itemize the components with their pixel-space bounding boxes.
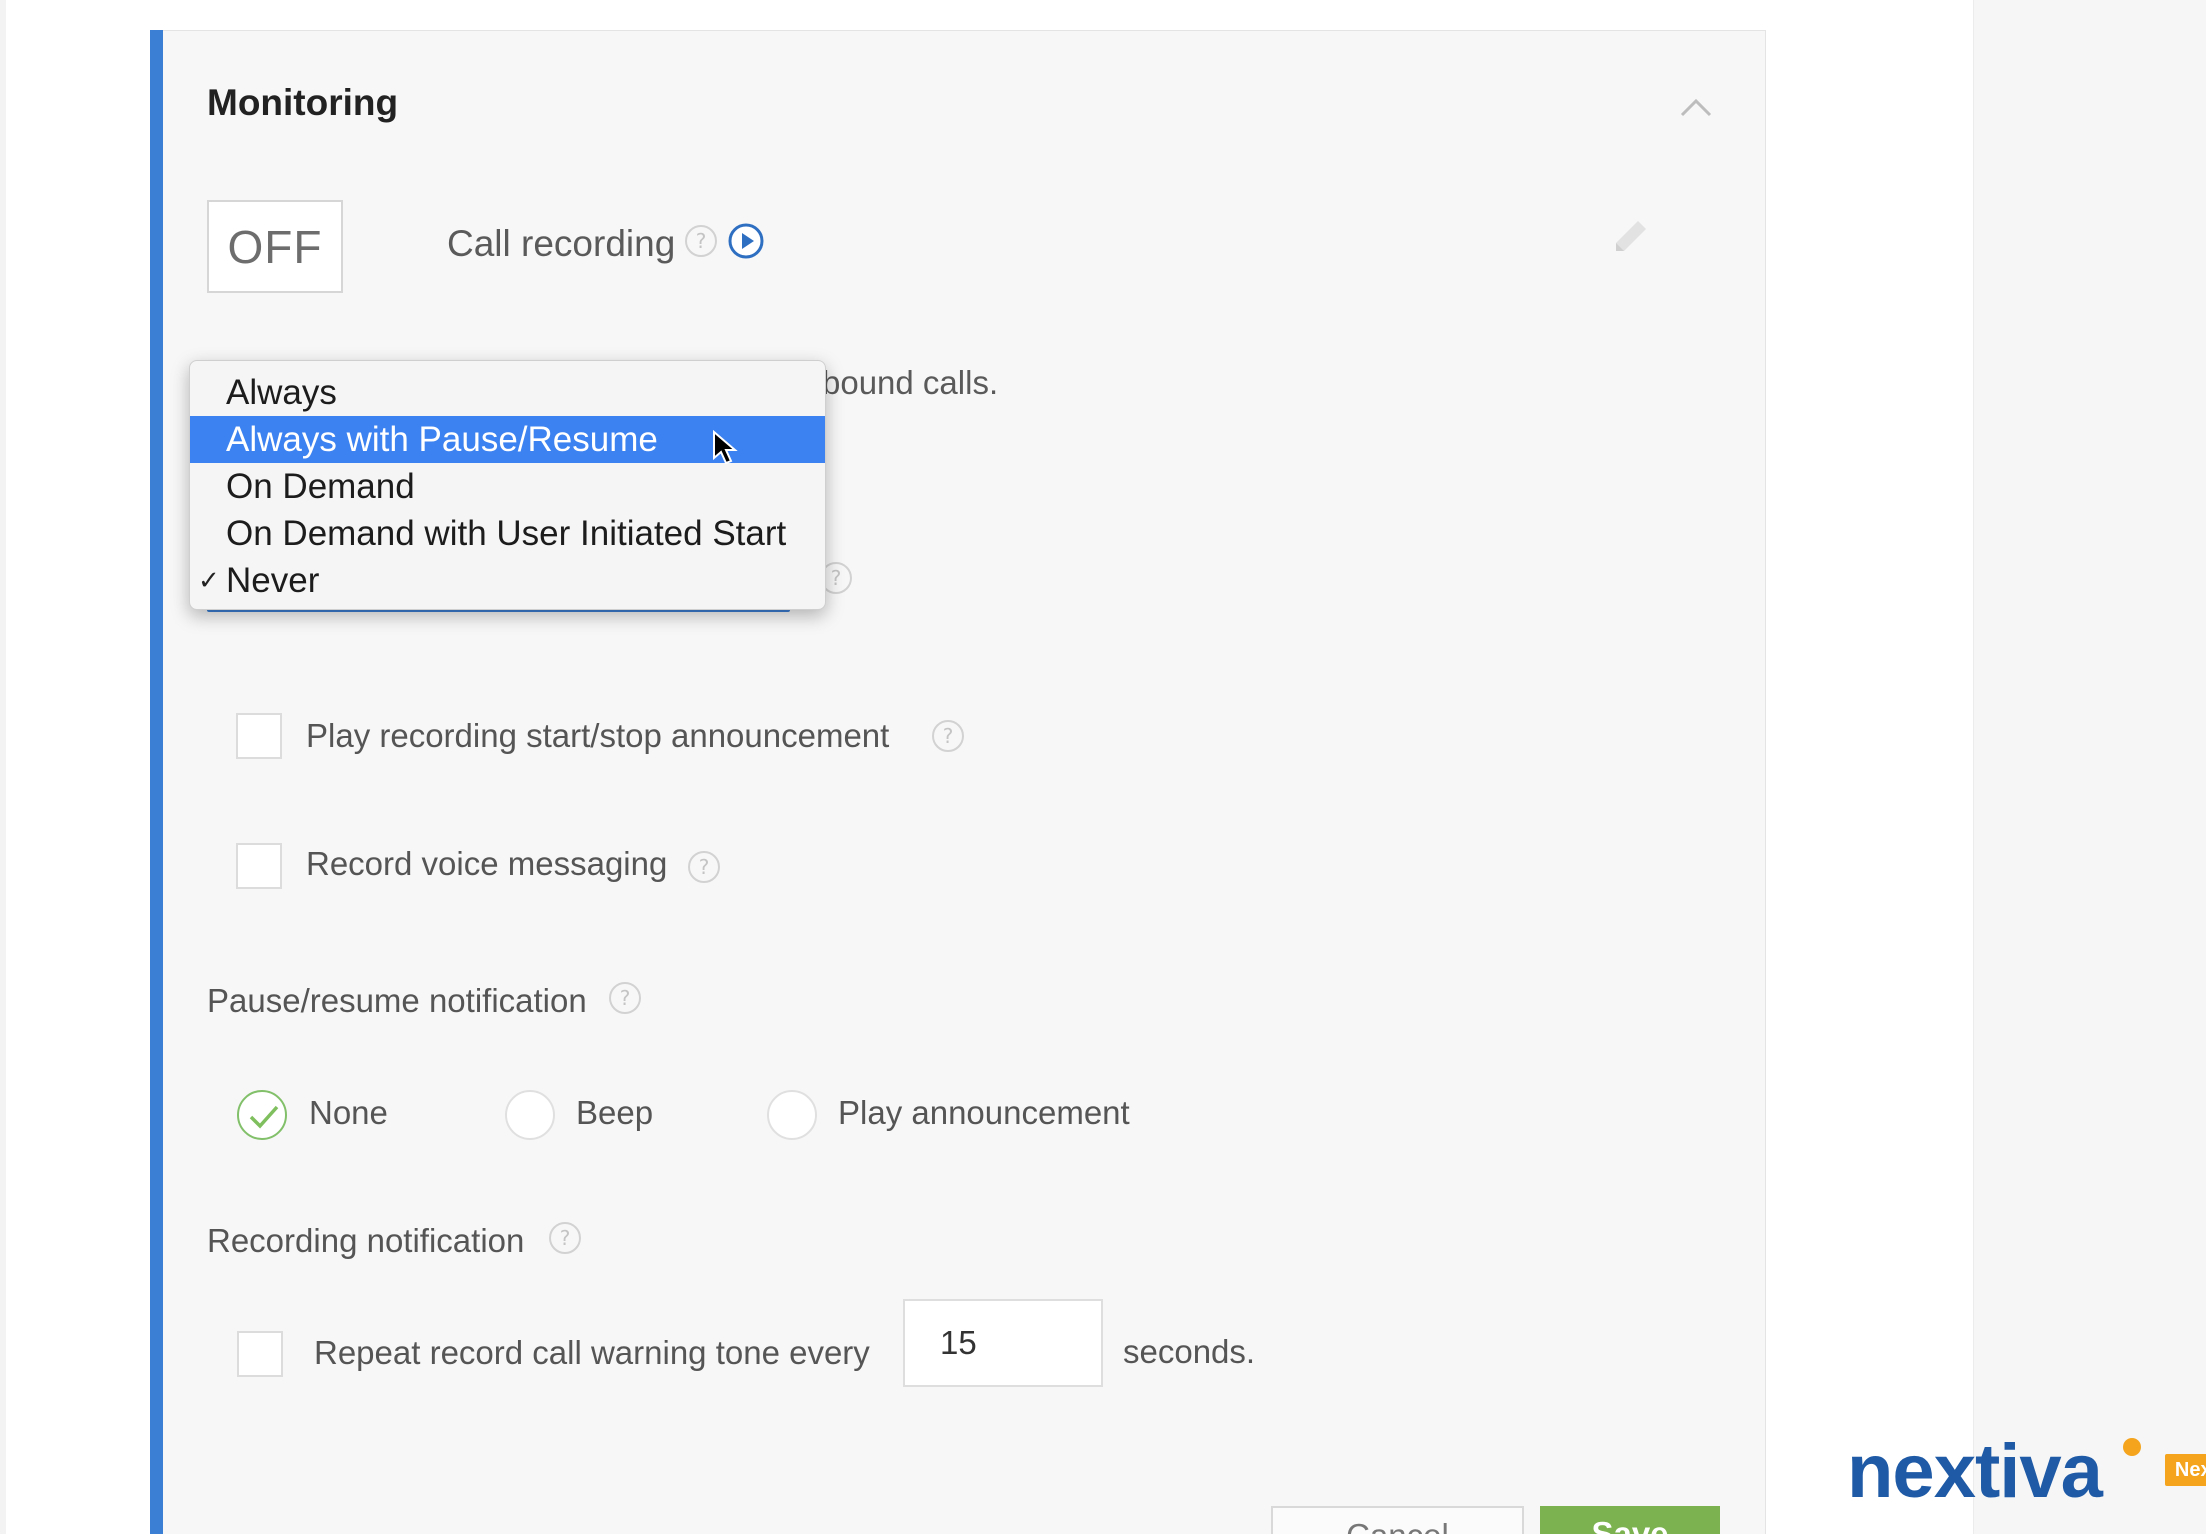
checkmark-icon bbox=[249, 1105, 279, 1129]
question-circle-icon[interactable]: ? bbox=[549, 1222, 581, 1254]
left-gutter bbox=[0, 0, 6, 1534]
chevron-up-icon[interactable] bbox=[1678, 95, 1714, 119]
warning-interval-input[interactable]: 15 bbox=[903, 1299, 1103, 1387]
dropdown-option[interactable]: On Demand with User Initiated Start bbox=[190, 510, 825, 557]
radio-play-announcement[interactable] bbox=[767, 1090, 817, 1140]
question-circle-icon[interactable]: ? bbox=[685, 225, 717, 257]
panel-accent-bar bbox=[150, 30, 163, 1534]
brand-name: nextiva bbox=[1847, 1429, 2103, 1514]
brand-badge: NextOS bbox=[2165, 1454, 2206, 1486]
call-recording-toggle[interactable]: OFF bbox=[207, 200, 343, 293]
record-voice-label: Record voice messaging bbox=[306, 845, 668, 882]
call-recording-label: Call recording bbox=[447, 223, 676, 264]
radio-beep-label: Beep bbox=[576, 1094, 654, 1131]
radio-play-announcement-label: Play announcement bbox=[838, 1094, 1130, 1131]
play-circle-icon[interactable] bbox=[727, 222, 765, 260]
record-voice-checkbox[interactable] bbox=[236, 843, 282, 889]
question-circle-icon[interactable]: ? bbox=[609, 982, 641, 1014]
radio-none-label: None bbox=[309, 1094, 388, 1131]
question-circle-icon[interactable]: ? bbox=[688, 851, 720, 883]
question-circle-icon[interactable]: ? bbox=[932, 720, 964, 752]
radio-beep[interactable] bbox=[505, 1090, 555, 1140]
recording-mode-description: bound calls. bbox=[822, 364, 999, 401]
cancel-button[interactable]: Cancel bbox=[1271, 1506, 1524, 1534]
right-rail bbox=[1973, 0, 2206, 1534]
play-announcement-checkbox[interactable] bbox=[236, 713, 282, 759]
dropdown-option[interactable]: Always bbox=[190, 369, 825, 416]
repeat-warning-checkbox[interactable] bbox=[237, 1331, 283, 1377]
recording-notification-title: Recording notification bbox=[207, 1222, 525, 1259]
pencil-icon[interactable] bbox=[1610, 217, 1650, 257]
radio-none[interactable] bbox=[237, 1090, 287, 1140]
brand-dot bbox=[2123, 1438, 2141, 1456]
section-title: Monitoring bbox=[207, 82, 399, 123]
recording-mode-dropdown[interactable]: Always Always with Pause/Resume On Deman… bbox=[189, 360, 826, 610]
play-announcement-label: Play recording start/stop announcement bbox=[306, 717, 890, 754]
save-button[interactable]: Save bbox=[1540, 1506, 1720, 1534]
repeat-warning-label: Repeat record call warning tone every bbox=[314, 1334, 870, 1371]
mouse-pointer-icon bbox=[713, 430, 738, 465]
dropdown-option[interactable]: On Demand bbox=[190, 463, 825, 510]
dropdown-option-selected[interactable]: ✓ Never bbox=[190, 557, 825, 604]
pause-resume-title: Pause/resume notification bbox=[207, 982, 587, 1019]
seconds-suffix: seconds. bbox=[1123, 1333, 1256, 1370]
checkmark-icon: ✓ bbox=[198, 565, 220, 595]
